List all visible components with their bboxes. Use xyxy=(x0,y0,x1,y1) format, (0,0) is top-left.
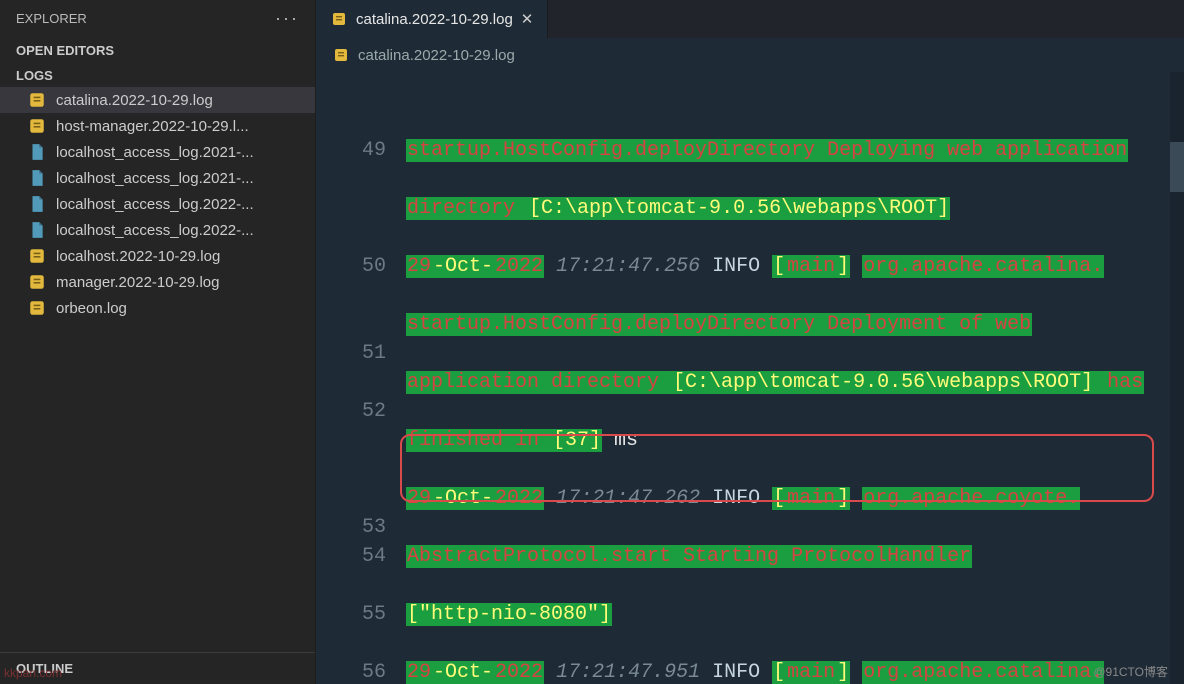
tab-bar: catalina.2022-10-29.log ✕ xyxy=(316,0,1184,38)
breadcrumb-label: catalina.2022-10-29.log xyxy=(358,47,515,64)
editor[interactable]: 49 50 51 52 53 54 55 56 startup.HostConf… xyxy=(316,72,1184,684)
sidebar: EXPLORER ··· OPEN EDITORS LOGS catalina.… xyxy=(0,0,316,684)
log-icon xyxy=(28,91,46,109)
watermark2: kkpan.com xyxy=(4,666,62,680)
file-name: localhost_access_log.2021-... xyxy=(56,144,254,161)
log-icon xyxy=(28,117,46,135)
log-icon xyxy=(28,273,46,291)
file-item[interactable]: localhost_access_log.2022-... xyxy=(0,191,315,217)
file-item[interactable]: localhost.2022-10-29.log xyxy=(0,243,315,269)
file-item[interactable]: catalina.2022-10-29.log xyxy=(0,87,315,113)
log-icon xyxy=(28,299,46,317)
file-name: localhost_access_log.2022-... xyxy=(56,222,254,239)
scrollbar[interactable] xyxy=(1170,72,1184,684)
watermark: @91CTO博客 xyxy=(1093,663,1168,680)
file-name: localhost.2022-10-29.log xyxy=(56,248,220,265)
explorer-title: EXPLORER xyxy=(16,11,87,26)
file-icon xyxy=(28,169,46,187)
file-item[interactable]: orbeon.log xyxy=(0,295,315,321)
file-item[interactable]: localhost_access_log.2021-... xyxy=(0,139,315,165)
tab-catalina-log[interactable]: catalina.2022-10-29.log ✕ xyxy=(316,0,548,38)
file-name: host-manager.2022-10-29.l... xyxy=(56,118,249,135)
file-item[interactable]: localhost_access_log.2022-... xyxy=(0,217,315,243)
file-name: orbeon.log xyxy=(56,300,127,317)
log-icon xyxy=(330,10,348,28)
file-icon xyxy=(28,195,46,213)
file-name: localhost_access_log.2022-... xyxy=(56,196,254,213)
editor-area: catalina.2022-10-29.log ✕ catalina.2022-… xyxy=(316,0,1184,684)
code-content[interactable]: startup.HostConfig.deployDirectory Deplo… xyxy=(406,72,1184,684)
file-name: localhost_access_log.2021-... xyxy=(56,170,254,187)
explorer-header: EXPLORER ··· xyxy=(0,0,315,37)
log-icon xyxy=(332,46,350,64)
file-name: catalina.2022-10-29.log xyxy=(56,92,213,109)
file-item[interactable]: localhost_access_log.2021-... xyxy=(0,165,315,191)
file-icon xyxy=(28,221,46,239)
tab-label: catalina.2022-10-29.log xyxy=(356,11,513,28)
open-editors-section[interactable]: OPEN EDITORS xyxy=(0,37,315,64)
file-list: catalina.2022-10-29.log host-manager.2022… xyxy=(0,87,315,321)
close-icon[interactable]: ✕ xyxy=(521,10,534,28)
scrollbar-thumb[interactable] xyxy=(1170,142,1184,192)
breadcrumb[interactable]: catalina.2022-10-29.log xyxy=(316,38,1184,72)
file-item[interactable]: host-manager.2022-10-29.l... xyxy=(0,113,315,139)
file-name: manager.2022-10-29.log xyxy=(56,274,219,291)
log-icon xyxy=(28,247,46,265)
file-item[interactable]: manager.2022-10-29.log xyxy=(0,269,315,295)
more-icon[interactable]: ··· xyxy=(275,8,299,29)
logs-section[interactable]: LOGS xyxy=(0,64,315,87)
gutter: 49 50 51 52 53 54 55 56 xyxy=(316,72,406,684)
file-icon xyxy=(28,143,46,161)
